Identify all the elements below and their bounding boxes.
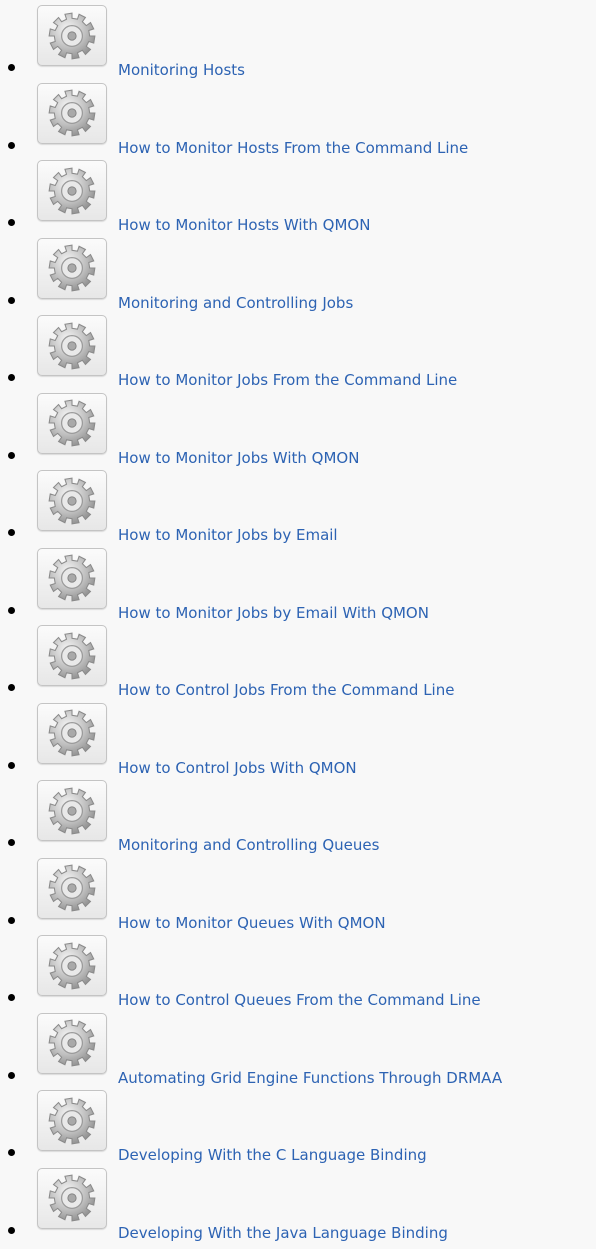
list-item: Monitoring and Controlling Jobs [0, 237, 596, 316]
gear-icon [37, 547, 107, 609]
task-link[interactable]: How to Monitor Hosts With QMON [118, 215, 370, 235]
task-link[interactable]: How to Control Jobs With QMON [118, 758, 357, 778]
list-item: How to Control Queues From the Command L… [0, 935, 596, 1013]
task-link[interactable]: How to Monitor Jobs From the Command Lin… [118, 370, 457, 390]
list-item: Developing With the Java Language Bindin… [0, 1167, 596, 1246]
task-link[interactable]: How to Monitor Hosts From the Command Li… [118, 138, 468, 158]
bullet [8, 1149, 15, 1156]
gear-icon [37, 780, 107, 841]
list-item: How to Control Jobs From the Command Lin… [0, 625, 596, 703]
task-link[interactable]: How to Monitor Jobs by Email With QMON [118, 603, 429, 623]
bullet [8, 761, 15, 769]
gear-glyph [48, 89, 96, 137]
gear-glyph [48, 554, 96, 602]
task-link[interactable]: Automating Grid Engine Functions Through… [118, 1068, 502, 1088]
list-item: How to Monitor Jobs by Email With QMON [0, 547, 596, 626]
list-item: How to Monitor Jobs With QMON [0, 392, 596, 471]
gear-icon [37, 857, 107, 919]
task-link[interactable]: Monitoring and Controlling Queues [118, 835, 379, 855]
gear-icon [37, 1090, 107, 1151]
list-item: Automating Grid Engine Functions Through… [0, 1012, 596, 1091]
gear-glyph [48, 632, 96, 679]
gear-icon [37, 935, 107, 996]
gear-icon [37, 1167, 107, 1229]
bullet [8, 1226, 15, 1234]
gear-icon [37, 315, 107, 376]
gear-icon [37, 5, 107, 66]
gear-glyph [48, 477, 96, 524]
gear-icon [37, 1012, 107, 1074]
bullet [8, 141, 15, 149]
gear-icon [37, 82, 107, 144]
task-link[interactable]: Developing With the Java Language Bindin… [118, 1223, 448, 1243]
gear-glyph [48, 399, 96, 447]
bullet [8, 1071, 15, 1079]
bullet [8, 606, 15, 614]
list-item: Monitoring Hosts [0, 5, 596, 83]
gear-glyph [48, 787, 96, 834]
gear-icon [37, 470, 107, 531]
bullet [8, 451, 15, 459]
gear-glyph [48, 1019, 96, 1067]
bullet [8, 374, 15, 381]
task-link[interactable]: How to Monitor Jobs by Email [118, 525, 338, 545]
gear-glyph [48, 942, 96, 989]
task-link[interactable]: How to Monitor Queues With QMON [118, 913, 386, 933]
bullet [8, 296, 15, 304]
gear-icon [37, 392, 107, 454]
gear-icon [37, 702, 107, 764]
list-item: Monitoring and Controlling Queues [0, 780, 596, 858]
gear-glyph [48, 1174, 96, 1222]
list-item: How to Monitor Jobs by Email [0, 470, 596, 548]
gear-glyph [48, 709, 96, 757]
list-item: Developing With the C Language Binding [0, 1090, 596, 1168]
list-item: How to Monitor Hosts With QMON [0, 160, 596, 238]
gear-glyph [48, 1097, 96, 1144]
gear-glyph [48, 244, 96, 292]
bullet [8, 219, 15, 226]
gear-icon [37, 625, 107, 686]
list-item: How to Monitor Hosts From the Command Li… [0, 82, 596, 161]
task-link[interactable]: How to Monitor Jobs With QMON [118, 448, 359, 468]
gear-glyph [48, 322, 96, 369]
task-list: Monitoring Hosts How to Monitor Hosts Fr… [0, 5, 596, 1245]
bullet [8, 64, 15, 71]
gear-glyph [48, 167, 96, 214]
bullet [8, 839, 15, 846]
bullet [8, 994, 15, 1001]
list-item: How to Control Jobs With QMON [0, 702, 596, 781]
bullet [8, 684, 15, 691]
gear-icon [37, 160, 107, 221]
gear-icon [37, 237, 107, 299]
task-link[interactable]: Monitoring Hosts [118, 60, 245, 80]
task-link[interactable]: Monitoring and Controlling Jobs [118, 293, 353, 313]
task-link[interactable]: How to Control Queues From the Command L… [118, 990, 481, 1010]
list-item: How to Monitor Jobs From the Command Lin… [0, 315, 596, 393]
gear-glyph [48, 12, 96, 59]
list-item: How to Monitor Queues With QMON [0, 857, 596, 936]
task-link[interactable]: How to Control Jobs From the Command Lin… [118, 680, 454, 700]
bullet [8, 529, 15, 536]
gear-glyph [48, 864, 96, 912]
task-link[interactable]: Developing With the C Language Binding [118, 1145, 427, 1165]
bullet [8, 916, 15, 924]
